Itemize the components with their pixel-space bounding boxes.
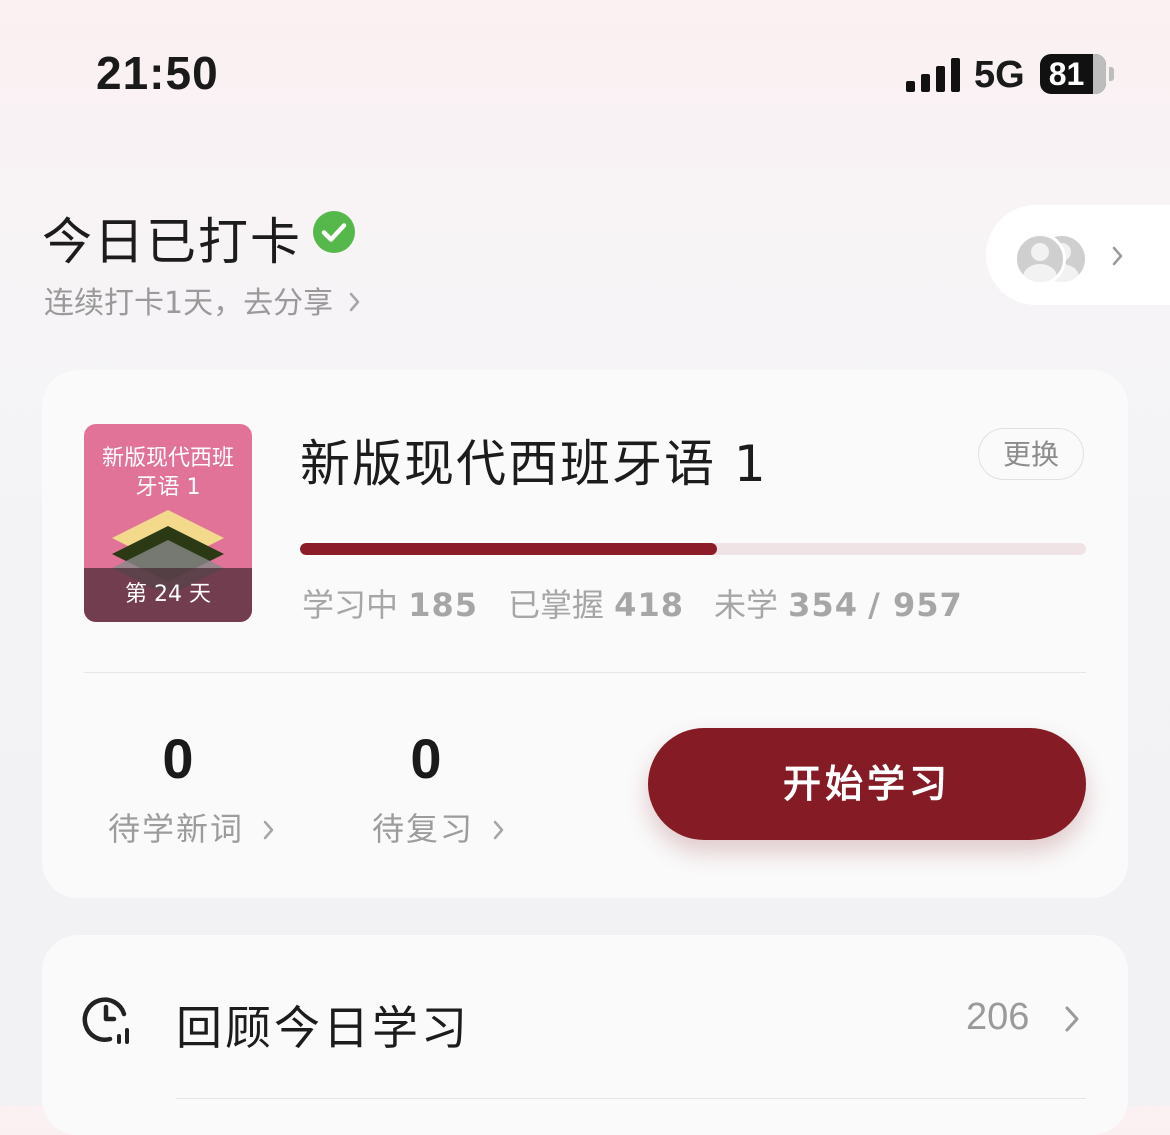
new-words-label: 待学新词 (108, 810, 245, 848)
progress-stats: 学习中 185 已掌握 418 未学 354 / 957 (302, 580, 963, 626)
clock-stats-icon (82, 997, 129, 1044)
battery-level: 81 (1048, 56, 1085, 92)
cover-title: 新版现代西班牙语 1 (101, 446, 234, 500)
progress-fill (300, 543, 717, 555)
cover-day-badge: 第 24 天 (84, 568, 252, 622)
card-divider (84, 672, 1086, 673)
status-time: 21:50 (96, 47, 219, 99)
chevron-right-icon (263, 820, 274, 840)
battery-cap (1109, 67, 1114, 81)
chevron-right-icon (493, 820, 504, 840)
cellular-signal-icon (906, 56, 960, 92)
chevron-right-icon (1112, 246, 1123, 266)
change-book-button[interactable]: 更换 (978, 428, 1084, 480)
unlearned-label: 未学 (713, 586, 778, 624)
new-words-link[interactable]: 待学新词 (108, 804, 278, 850)
review-today-count: 206 (966, 996, 1030, 1038)
progress-bar (300, 543, 1086, 555)
review-link[interactable]: 待复习 (372, 804, 508, 850)
book-cover[interactable]: 新版现代西班牙语 1 第 24 天 (84, 424, 252, 622)
learning-count: 185 (408, 586, 478, 624)
battery-icon: 81 (1040, 54, 1106, 94)
book-title: 新版现代西班牙语 1 (300, 435, 768, 493)
new-words-count: 0 (162, 727, 194, 790)
review-count: 0 (410, 727, 442, 790)
chevron-right-icon (1065, 1006, 1079, 1032)
friend-avatar-icon (1014, 233, 1066, 285)
start-learning-button[interactable]: 开始学习 (648, 728, 1086, 840)
mastered-label: 已掌握 (507, 586, 604, 624)
list-divider (176, 1098, 1086, 1099)
learning-label: 学习中 (302, 586, 399, 624)
mastered-count: 418 (614, 586, 684, 624)
chevron-right-icon (349, 292, 360, 312)
review-label: 待复习 (372, 810, 475, 848)
streak-text: 连续打卡1天，去分享 (44, 286, 334, 321)
check-circle-icon (313, 211, 355, 253)
unlearned-count: 354 (788, 586, 858, 624)
checkin-title: 今日已打卡 (42, 213, 302, 271)
network-type: 5G (974, 54, 1025, 96)
review-today-label: 回顾今日学习 (176, 1001, 470, 1055)
share-streak-link[interactable]: 连续打卡1天，去分享 (44, 278, 364, 322)
friends-button[interactable] (986, 205, 1170, 305)
total-count: / 957 (868, 586, 963, 624)
